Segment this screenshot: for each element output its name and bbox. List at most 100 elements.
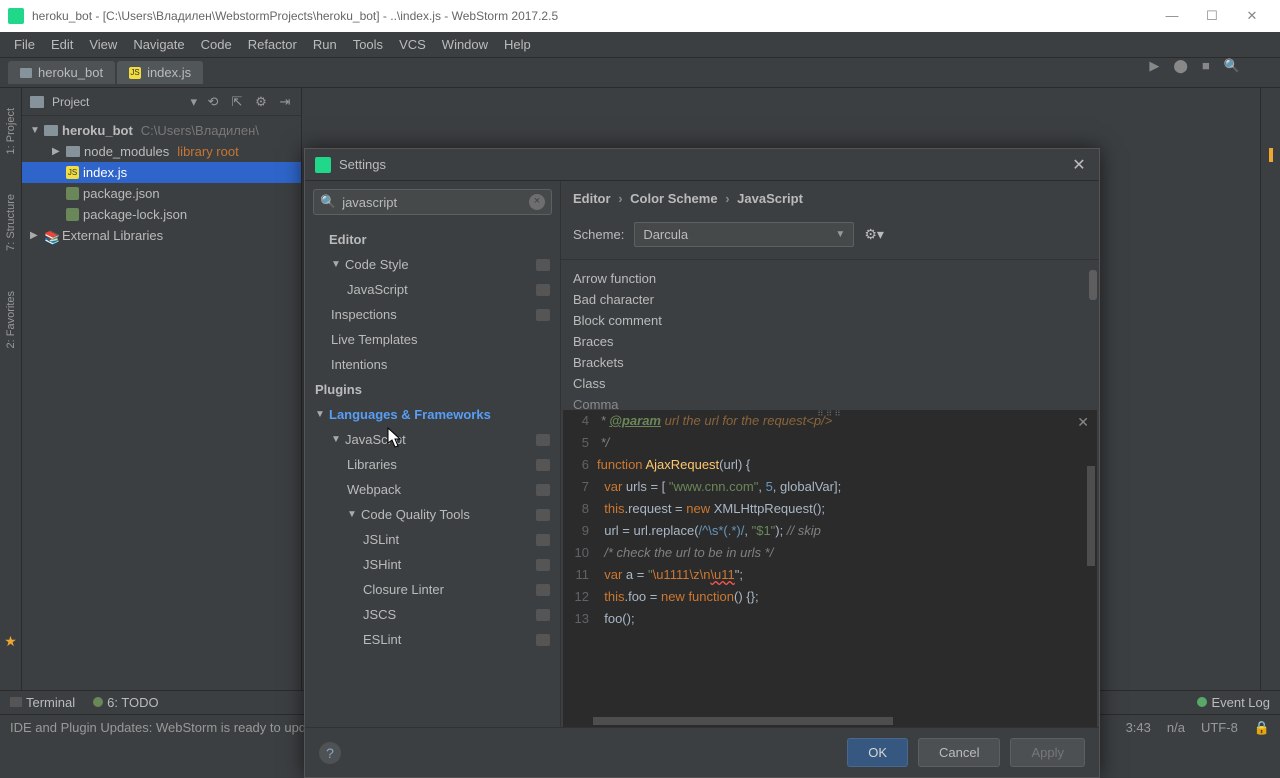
cancel-button[interactable]: Cancel (918, 738, 1000, 767)
node-inspections[interactable]: Inspections (305, 302, 560, 327)
terminal-tab[interactable]: Terminal (10, 695, 75, 710)
node-live-templates[interactable]: Live Templates (305, 327, 560, 352)
crumb-editor[interactable]: Editor (573, 191, 611, 206)
splitter-handle[interactable]: ⠿⠿⠿ (817, 410, 843, 419)
code-preview[interactable]: ⠿⠿⠿ ✕ 4 * @param url the url for the req… (563, 410, 1097, 727)
menu-code[interactable]: Code (193, 37, 240, 52)
toolwin-project-tab[interactable]: 1: Project (5, 108, 17, 154)
node-code-style-js[interactable]: JavaScript (305, 277, 560, 302)
project-tree[interactable]: ▼ heroku_bot C:\Users\Владилен\ ▶ node_m… (22, 116, 301, 250)
menu-navigate[interactable]: Navigate (125, 37, 192, 52)
node-webpack[interactable]: Webpack (305, 477, 560, 502)
todo-tab[interactable]: 6: TODO (93, 695, 159, 710)
toolwin-structure-tab[interactable]: 7: Structure (5, 194, 17, 251)
node-closure[interactable]: Closure Linter (305, 577, 560, 602)
ok-button[interactable]: OK (847, 738, 908, 767)
menu-file[interactable]: File (6, 37, 43, 52)
caret-position[interactable]: 3:43 (1126, 720, 1151, 735)
gear-icon[interactable]: ⚙▾ (864, 226, 884, 243)
search-input[interactable] (342, 195, 529, 210)
warning-marker[interactable] (1269, 148, 1273, 162)
node-jscs[interactable]: JSCS (305, 602, 560, 627)
event-log-tab[interactable]: Event Log (1197, 695, 1270, 710)
scrollbar-vertical[interactable] (1087, 466, 1095, 566)
breadcrumb-file[interactable]: JS index.js (117, 61, 203, 84)
attr-item[interactable]: Comma (573, 394, 1087, 410)
node-lang-frameworks[interactable]: ▼Languages & Frameworks (305, 402, 560, 427)
tree-root-path: C:\Users\Владилен\ (141, 123, 259, 138)
menu-refactor[interactable]: Refactor (240, 37, 305, 52)
menu-vcs[interactable]: VCS (391, 37, 434, 52)
node-libraries[interactable]: Libraries (305, 452, 560, 477)
node-code-style[interactable]: ▼Code Style (305, 252, 560, 277)
star-icon[interactable]: ★ (4, 633, 17, 650)
breadcrumb-project[interactable]: heroku_bot (8, 61, 115, 84)
menu-window[interactable]: Window (434, 37, 496, 52)
scheme-combobox[interactable]: Darcula ▼ (634, 222, 854, 247)
tree-external-libs[interactable]: ▶ 📚 External Libraries (22, 225, 301, 246)
main-area: 1: Project 7: Structure 2: Favorites ★ P… (0, 88, 1280, 690)
search-icon[interactable]: 🔍 (1224, 58, 1240, 74)
hide-icon[interactable]: ⇥ (277, 94, 293, 110)
menu-view[interactable]: View (81, 37, 125, 52)
collapse-icon[interactable]: ⟲ (205, 94, 221, 110)
node-plugins[interactable]: Plugins (305, 377, 560, 402)
stop-icon[interactable]: ■ (1202, 58, 1210, 74)
menu-help[interactable]: Help (496, 37, 539, 52)
attr-item[interactable]: Arrow function (573, 268, 1087, 289)
menu-run[interactable]: Run (305, 37, 345, 52)
chevron-down-icon[interactable]: ▼ (30, 125, 40, 136)
scope-icon (536, 434, 550, 446)
node-eslint[interactable]: ESLint (305, 627, 560, 652)
crumb-color-scheme[interactable]: Color Scheme (630, 191, 717, 206)
scrollbar-horizontal[interactable] (593, 717, 893, 725)
attr-item[interactable]: Brackets (573, 352, 1087, 373)
tree-package-lock[interactable]: package-lock.json (22, 204, 301, 225)
library-icon: 📚 (44, 230, 58, 242)
chevron-right-icon[interactable]: ▶ (52, 146, 62, 157)
attr-item[interactable]: Braces (573, 331, 1087, 352)
folder-icon (44, 125, 58, 136)
debug-icon[interactable]: ⬤ (1173, 58, 1188, 74)
dropdown-icon[interactable]: ▾ (190, 94, 197, 110)
close-preview-icon[interactable]: ✕ (1077, 414, 1089, 431)
node-code-quality[interactable]: ▼Code Quality Tools (305, 502, 560, 527)
attr-item[interactable]: Block comment (573, 310, 1087, 331)
line-separator[interactable]: n/a (1167, 720, 1185, 735)
locate-icon[interactable]: ⇱ (229, 94, 245, 110)
clear-search-icon[interactable]: × (529, 194, 545, 210)
attr-item[interactable]: Class (573, 373, 1087, 394)
event-log-icon (1197, 697, 1207, 707)
tree-package-json[interactable]: package.json (22, 183, 301, 204)
node-jshint[interactable]: JSHint (305, 552, 560, 577)
file-encoding[interactable]: UTF-8 (1201, 720, 1238, 735)
dialog-title-bar[interactable]: Settings ✕ (305, 149, 1099, 181)
apply-button[interactable]: Apply (1010, 738, 1085, 767)
menu-edit[interactable]: Edit (43, 37, 81, 52)
node-jslint[interactable]: JSLint (305, 527, 560, 552)
gear-icon[interactable]: ⚙ (253, 94, 269, 110)
help-icon[interactable]: ? (319, 742, 341, 764)
scope-icon (536, 484, 550, 496)
settings-tree[interactable]: Editor ▼Code Style JavaScript Inspection… (305, 223, 560, 727)
menu-tools[interactable]: Tools (345, 37, 391, 52)
tree-index-js[interactable]: JS index.js (22, 162, 301, 183)
tree-node-modules[interactable]: ▶ node_modules library root (22, 141, 301, 162)
attr-item[interactable]: Bad character (573, 289, 1087, 310)
attribute-list[interactable]: Arrow function Bad character Block comme… (561, 260, 1099, 410)
breadcrumb-project-label: heroku_bot (38, 65, 103, 80)
toolwin-favorites-tab[interactable]: 2: Favorites (5, 291, 17, 348)
node-editor[interactable]: Editor (305, 227, 560, 252)
settings-search[interactable]: 🔍 × (313, 189, 552, 215)
close-icon[interactable]: ✕ (1069, 155, 1089, 175)
minimize-button[interactable]: — (1152, 2, 1192, 30)
maximize-button[interactable]: ☐ (1192, 2, 1232, 30)
lock-icon[interactable]: 🔒 (1254, 720, 1270, 736)
node-javascript[interactable]: ▼JavaScript (305, 427, 560, 452)
close-window-button[interactable]: ✕ (1232, 2, 1272, 30)
tree-root[interactable]: ▼ heroku_bot C:\Users\Владилен\ (22, 120, 301, 141)
chevron-right-icon[interactable]: ▶ (30, 230, 40, 241)
run-icon[interactable]: ▶ (1149, 58, 1159, 74)
scrollbar-vertical[interactable] (1089, 270, 1097, 300)
node-intentions[interactable]: Intentions (305, 352, 560, 377)
